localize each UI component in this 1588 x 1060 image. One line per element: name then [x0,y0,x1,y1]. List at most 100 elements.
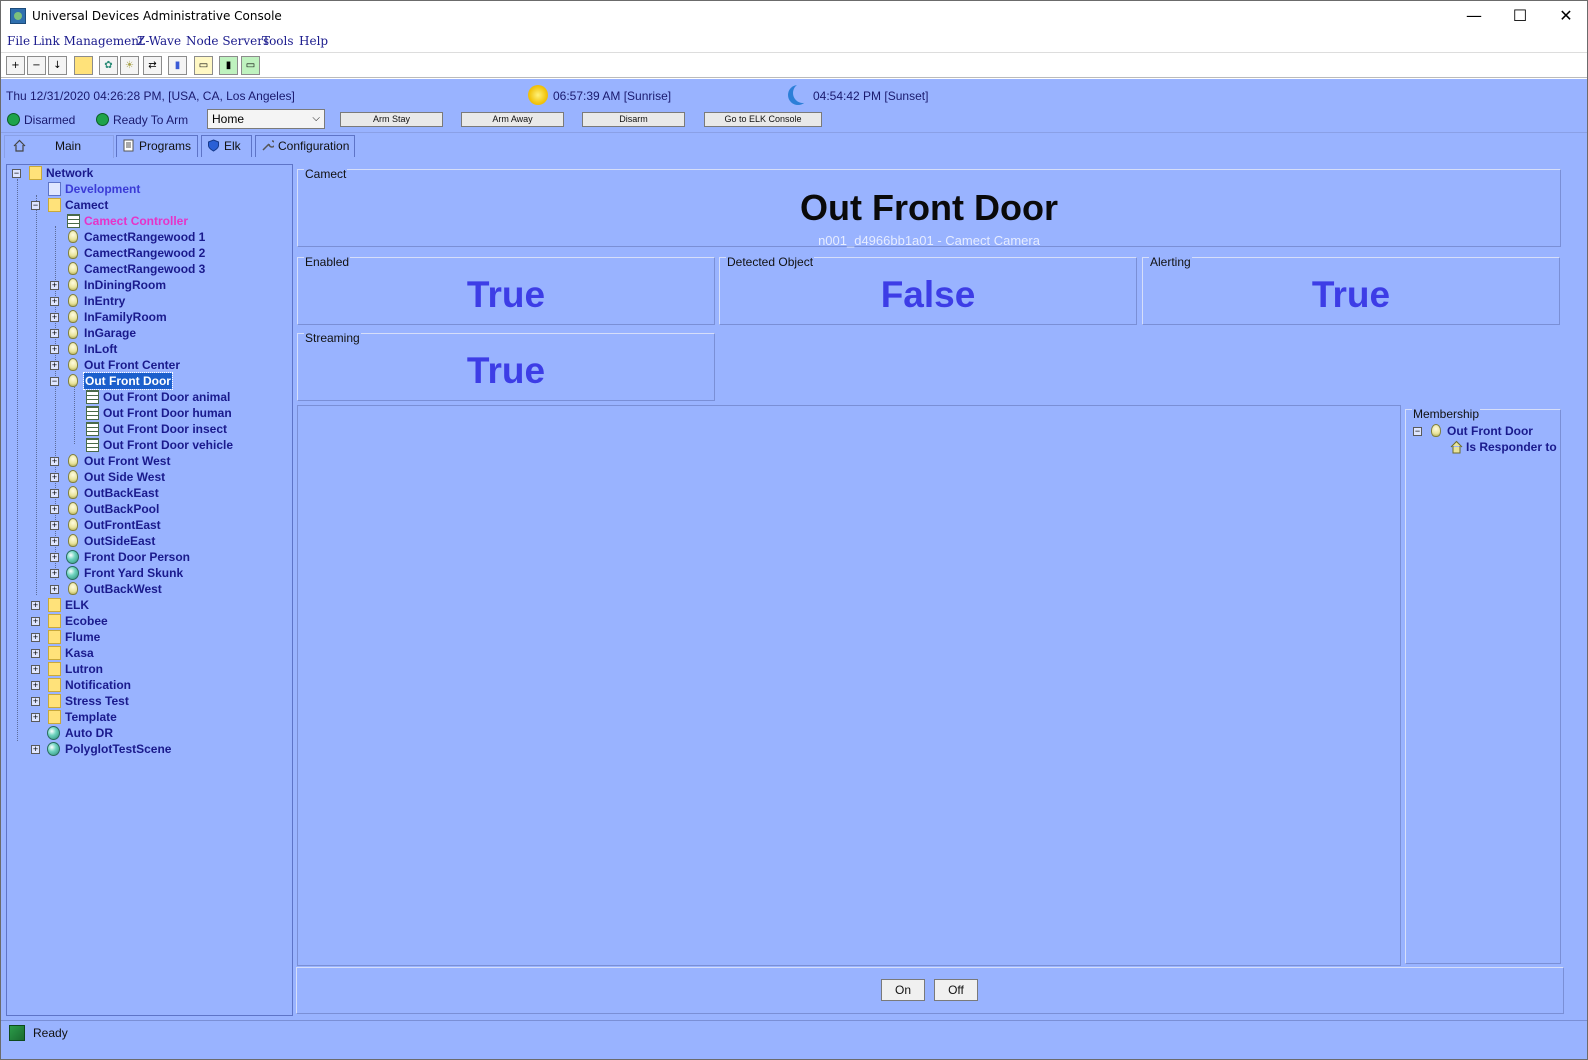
expand-icon[interactable]: + [31,649,40,658]
arm-mode-select[interactable]: Home ⌵ [207,109,325,129]
expand-icon[interactable]: + [50,457,59,466]
tree-node-device[interactable]: CamectRangewood 3 [7,261,287,277]
tree-node-folder[interactable]: + Template [7,709,287,725]
collapse-icon[interactable]: − [1413,427,1422,436]
tree-node-device[interactable]: + InDiningRoom [7,277,287,293]
tree-node-device[interactable]: CamectRangewood 1 [7,229,287,245]
arm-stay-button[interactable]: Arm Stay [340,112,443,127]
expand-icon[interactable]: + [50,345,59,354]
collapse-all-icon[interactable]: − [27,56,46,75]
tree-node-device[interactable]: + Out Front West [7,453,287,469]
tree-node-child[interactable]: Out Front Door human [7,405,287,421]
expand-icon[interactable]: + [50,585,59,594]
tree-node-folder[interactable]: + Kasa [7,645,287,661]
tree-node-device[interactable]: CamectRangewood 2 [7,245,287,261]
expand-icon[interactable]: + [50,329,59,338]
tree-node-folder[interactable]: + Stress Test [7,693,287,709]
membership-node[interactable]: − Out Front Door [1406,423,1560,439]
collapse-icon[interactable]: − [12,169,21,178]
expand-icon[interactable]: + [50,473,59,482]
expand-icon[interactable]: + [31,697,40,706]
tree-node-device[interactable]: + OutBackWest [7,581,287,597]
menu-file[interactable]: File [7,34,30,48]
disarm-button[interactable]: Disarm [582,112,685,127]
expand-icon[interactable]: + [50,281,59,290]
tree-node-device[interactable]: + InFamilyRoom [7,309,287,325]
tree-node-device[interactable]: + Out Front Center [7,357,287,373]
minimize-button[interactable]: — [1451,1,1497,31]
expand-icon[interactable]: + [50,489,59,498]
expand-icon[interactable]: + [31,601,40,610]
off-button[interactable]: Off [934,979,978,1001]
tree-label: Network [46,166,94,180]
membership-child[interactable]: Is Responder to [1406,439,1560,455]
sensor-icon [86,422,99,436]
maximize-button[interactable]: ☐ [1497,1,1543,31]
collapse-icon[interactable]: − [50,377,59,386]
expand-icon[interactable]: + [31,681,40,690]
sort-az-icon[interactable]: ↓ [48,56,67,75]
arm-away-button[interactable]: Arm Away [461,112,564,127]
tree-node-selected[interactable]: − Out Front Door [7,372,287,390]
tree-node-scene[interactable]: + Front Yard Skunk [7,565,287,581]
tree-node-camect[interactable]: − Camect [7,197,287,213]
new-device-icon[interactable]: ☀ [120,56,139,75]
tree-node-folder[interactable]: + ELK [7,597,287,613]
tree-node-development[interactable]: Development [7,181,287,197]
tree-node-folder[interactable]: + Notification [7,677,287,693]
elk-console-button[interactable]: Go to ELK Console [704,112,822,127]
tab-main[interactable]: Main [4,135,114,158]
tree-node-device[interactable]: + Out Side West [7,469,287,485]
expand-icon[interactable]: + [50,361,59,370]
expand-icon[interactable]: + [50,505,59,514]
menu-link-management[interactable]: Link Management [33,34,144,48]
expand-icon[interactable]: + [31,713,40,722]
link-icon[interactable]: ⇄ [143,56,162,75]
expand-icon[interactable]: + [50,313,59,322]
expand-icon[interactable]: + [50,297,59,306]
menu-help[interactable]: Help [299,34,328,48]
menu-node-servers[interactable]: Node Servers [186,34,269,48]
on-button[interactable]: On [881,979,925,1001]
chart-icon[interactable]: ▮ [168,56,187,75]
tree-node-device[interactable]: + InEntry [7,293,287,309]
tree-node-child[interactable]: Out Front Door vehicle [7,437,287,453]
tree-node-device[interactable]: + OutFrontEast [7,517,287,533]
expand-icon[interactable]: + [50,553,59,562]
menu-tools[interactable]: Tools [262,34,294,48]
tree-node-folder[interactable]: + Ecobee [7,613,287,629]
tab-programs[interactable]: Programs [116,135,198,157]
tab-configuration[interactable]: Configuration [255,135,355,157]
tree-node-scene[interactable]: Auto DR [7,725,287,741]
tree-node-scene[interactable]: + Front Door Person [7,549,287,565]
tree-node-device[interactable]: + InLoft [7,341,287,357]
expand-icon[interactable]: + [50,569,59,578]
expand-icon[interactable]: + [31,617,40,626]
tree-node-device[interactable]: + InGarage [7,325,287,341]
new-folder-icon[interactable] [74,56,93,75]
tree-node-device[interactable]: + OutBackPool [7,501,287,517]
menu-z-wave[interactable]: Z-Wave [137,34,181,48]
expand-icon[interactable]: + [31,745,40,754]
tab-elk[interactable]: Elk [201,135,252,157]
tree-node-network[interactable]: − Network [7,165,287,181]
close-button[interactable]: ✕ [1543,1,1588,31]
tree-node-scene[interactable]: + PolyglotTestScene [7,741,287,757]
expand-icon[interactable]: + [31,633,40,642]
tree-node-child[interactable]: Out Front Door insect [7,421,287,437]
tree-node-device[interactable]: + OutSideEast [7,533,287,549]
expand-icon[interactable]: + [50,521,59,530]
tree-node-child[interactable]: Out Front Door animal [7,389,287,405]
expand-all-icon[interactable]: + [6,56,25,75]
tree-node-camect-controller[interactable]: Camect Controller [7,213,287,229]
io-icon[interactable]: ▮ [219,56,238,75]
panel-icon[interactable]: ▭ [194,56,213,75]
battery-icon[interactable]: ▭ [241,56,260,75]
tree-node-folder[interactable]: + Lutron [7,661,287,677]
expand-icon[interactable]: + [50,537,59,546]
collapse-icon[interactable]: − [31,201,40,210]
new-scene-icon[interactable]: ✿ [99,56,118,75]
expand-icon[interactable]: + [31,665,40,674]
tree-node-device[interactable]: + OutBackEast [7,485,287,501]
tree-node-folder[interactable]: + Flume [7,629,287,645]
